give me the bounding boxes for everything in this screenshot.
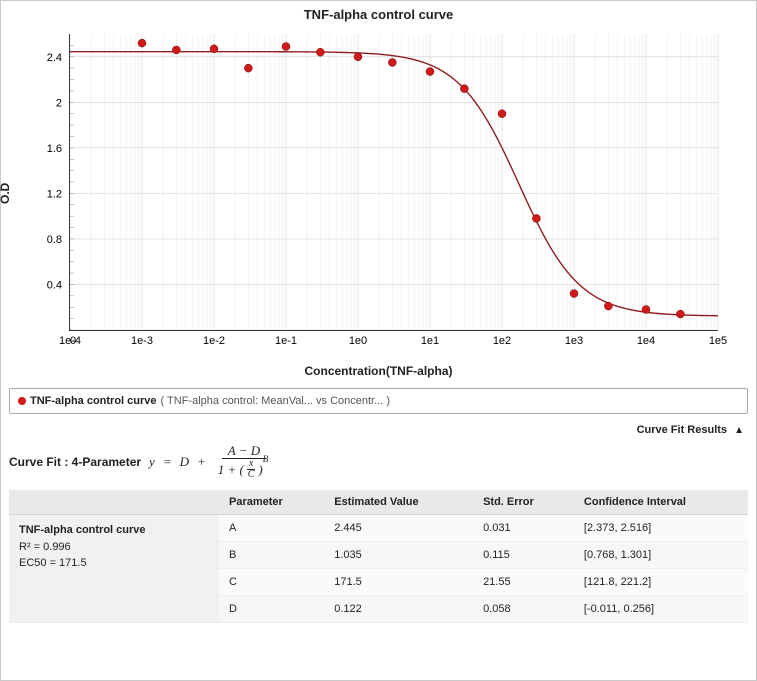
svg-text:1e5: 1e5 <box>709 335 727 347</box>
legend-marker-icon <box>18 397 26 405</box>
cell-param: B <box>219 542 324 569</box>
col-stderr: Std. Error <box>473 490 574 515</box>
svg-text:1e-3: 1e-3 <box>131 335 153 347</box>
svg-text:0.4: 0.4 <box>47 279 62 291</box>
svg-text:1e1: 1e1 <box>421 335 439 347</box>
plot-area: 1e-41e-31e-21e-11e01e11e21e31e41e50.40.8… <box>69 34 718 331</box>
svg-text:1e2: 1e2 <box>493 335 511 347</box>
cell-ci: [2.373, 2.516] <box>574 515 748 542</box>
cell-se: 0.058 <box>473 596 574 623</box>
cell-param: A <box>219 515 324 542</box>
svg-text:1e-2: 1e-2 <box>203 335 225 347</box>
cell-ci: [121.8, 221.2] <box>574 569 748 596</box>
col-parameter: Parameter <box>219 490 324 515</box>
fit-r2: R² = 0.996 <box>19 539 209 556</box>
fit-series-name: TNF-alpha control curve <box>19 522 209 539</box>
curve-fit-formula-row: Curve Fit : 4-Parameter y=D+ A − D 1 + (… <box>9 444 748 480</box>
cell-param: D <box>219 596 324 623</box>
curve-fit-formula: y=D+ A − D 1 + (xC)B <box>149 444 274 480</box>
col-ci: Confidence Interval <box>574 490 748 515</box>
curve-fit-label: Curve Fit : 4-Parameter <box>9 455 141 469</box>
cell-est: 1.035 <box>324 542 473 569</box>
x-axis-label: Concentration(TNF-alpha) <box>9 364 748 378</box>
svg-text:1e-1: 1e-1 <box>275 335 297 347</box>
cell-est: 2.445 <box>324 515 473 542</box>
y-axis-label: O.D <box>0 183 12 204</box>
legend-detail: ( TNF-alpha control: MeanVal... vs Conce… <box>161 395 390 407</box>
cell-param: C <box>219 569 324 596</box>
svg-text:2.4: 2.4 <box>47 52 62 64</box>
cell-se: 0.115 <box>473 542 574 569</box>
cell-se: 0.031 <box>473 515 574 542</box>
cell-ci: [0.768, 1.301] <box>574 542 748 569</box>
col-estimated: Estimated Value <box>324 490 473 515</box>
svg-text:1e3: 1e3 <box>565 335 583 347</box>
table-row: TNF-alpha control curve R² = 0.996 EC50 … <box>9 515 748 542</box>
report-page: TNF-alpha control curve O.D 1e-41e-31e-2… <box>0 0 757 681</box>
chart-title: TNF-alpha control curve <box>9 7 748 22</box>
svg-text:1.2: 1.2 <box>47 188 62 200</box>
parameters-table: Parameter Estimated Value Std. Error Con… <box>9 490 748 623</box>
svg-text:1e4: 1e4 <box>637 335 655 347</box>
cell-ci: [-0.011, 0.256] <box>574 596 748 623</box>
table-header-row: Parameter Estimated Value Std. Error Con… <box>9 490 748 515</box>
legend-series-name: TNF-alpha control curve <box>30 395 157 407</box>
svg-text:1e0: 1e0 <box>349 335 367 347</box>
fit-summary-cell: TNF-alpha control curve R² = 0.996 EC50 … <box>9 515 219 623</box>
fit-ec50: EC50 = 171.5 <box>19 555 209 572</box>
cell-se: 21.55 <box>473 569 574 596</box>
collapse-up-icon: ▲ <box>734 425 744 436</box>
curve-fit-results-toggle[interactable]: Curve Fit Results ▲ <box>9 424 744 436</box>
svg-text:1.6: 1.6 <box>47 143 62 155</box>
cell-est: 0.122 <box>324 596 473 623</box>
svg-text:2: 2 <box>56 97 62 109</box>
legend: TNF-alpha control curve ( TNF-alpha cont… <box>9 388 748 414</box>
chart-zone: O.D 1e-41e-31e-21e-11e01e11e21e31e41e50.… <box>9 24 748 384</box>
svg-text:0.8: 0.8 <box>47 234 62 246</box>
svg-text:0: 0 <box>70 335 76 347</box>
curve-fit-results-label: Curve Fit Results <box>637 424 727 436</box>
cell-est: 171.5 <box>324 569 473 596</box>
